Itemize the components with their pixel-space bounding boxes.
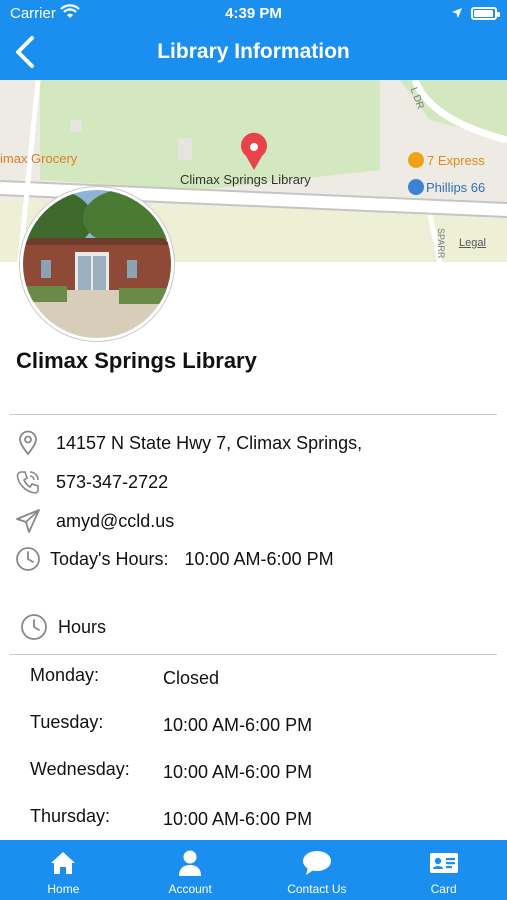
phone-icon — [14, 468, 42, 496]
location-pin-icon — [14, 429, 42, 457]
home-icon — [48, 848, 78, 878]
tab-home[interactable]: Home — [0, 840, 127, 900]
hours-day-label: Thursday: — [30, 806, 111, 826]
restaurant-poi-icon — [408, 152, 424, 168]
send-icon — [14, 507, 42, 535]
map-label-grocery: imax Grocery — [0, 151, 78, 166]
hours-day-value: 10:00 AM-6:00 PM — [163, 809, 313, 829]
divider — [10, 654, 497, 655]
todays-hours-value: 10:00 AM-6:00 PM — [184, 548, 334, 569]
battery-icon — [471, 7, 500, 20]
top-bar: Carrier 4:39 PM Library Information — [0, 0, 507, 80]
hours-day-label: Wednesday: — [30, 759, 130, 779]
hours-title: Hours — [58, 616, 107, 637]
page-title: Library Information — [157, 40, 350, 63]
person-icon — [175, 848, 205, 878]
chat-bubble-icon — [302, 848, 332, 878]
tab-label: Home — [47, 882, 80, 896]
address-row[interactable]: 14157 N State Hwy 7, Climax Springs, — [14, 428, 362, 458]
library-photo — [20, 187, 174, 341]
tab-contact-us[interactable]: Contact Us — [254, 840, 381, 900]
map-label-7-express: 7 Express — [427, 153, 485, 168]
status-bar: Carrier 4:39 PM — [0, 0, 507, 28]
tab-label: Card — [430, 882, 457, 896]
hours-day-label: Tuesday: — [30, 712, 104, 732]
divider — [10, 414, 497, 415]
gas-station-poi-icon — [408, 179, 424, 195]
hours-header: Hours — [20, 612, 106, 642]
tab-label: Contact Us — [287, 882, 347, 896]
address-text: 14157 N State Hwy 7, Climax Springs, — [56, 432, 363, 453]
library-name: Climax Springs Library — [16, 348, 257, 373]
clock-icon — [20, 613, 48, 641]
email-text: amyd@ccld.us — [56, 510, 175, 531]
hours-day-value: 10:00 AM-6:00 PM — [163, 715, 313, 735]
tab-bar: Home Account Contact Us Card — [0, 840, 507, 900]
map-label-phillips: Phillips 66 — [426, 180, 486, 195]
hours-day-label: Monday: — [30, 665, 100, 685]
hours-day-value: Closed — [163, 668, 220, 688]
phone-text: 573-347-2722 — [56, 471, 169, 492]
status-time: 4:39 PM — [225, 5, 282, 22]
tab-account[interactable]: Account — [127, 840, 254, 900]
tab-card[interactable]: Card — [380, 840, 507, 900]
location-arrow-icon — [451, 6, 463, 23]
email-row[interactable]: amyd@ccld.us — [14, 506, 174, 536]
todays-hours-label: Today's Hours: — [50, 548, 169, 569]
map-legal-link[interactable]: Legal — [459, 237, 486, 249]
hours-day-value: 10:00 AM-6:00 PM — [163, 762, 313, 782]
map-pin-icon[interactable] — [236, 132, 272, 177]
id-card-icon — [429, 848, 459, 878]
tab-label: Account — [168, 882, 212, 896]
clock-icon — [14, 545, 42, 573]
todays-hours-row: Today's Hours: 10:00 AM-6:00 PM — [14, 544, 334, 574]
phone-row[interactable]: 573-347-2722 — [14, 467, 168, 497]
map-road-label-sparr: SPARR — [436, 228, 446, 259]
